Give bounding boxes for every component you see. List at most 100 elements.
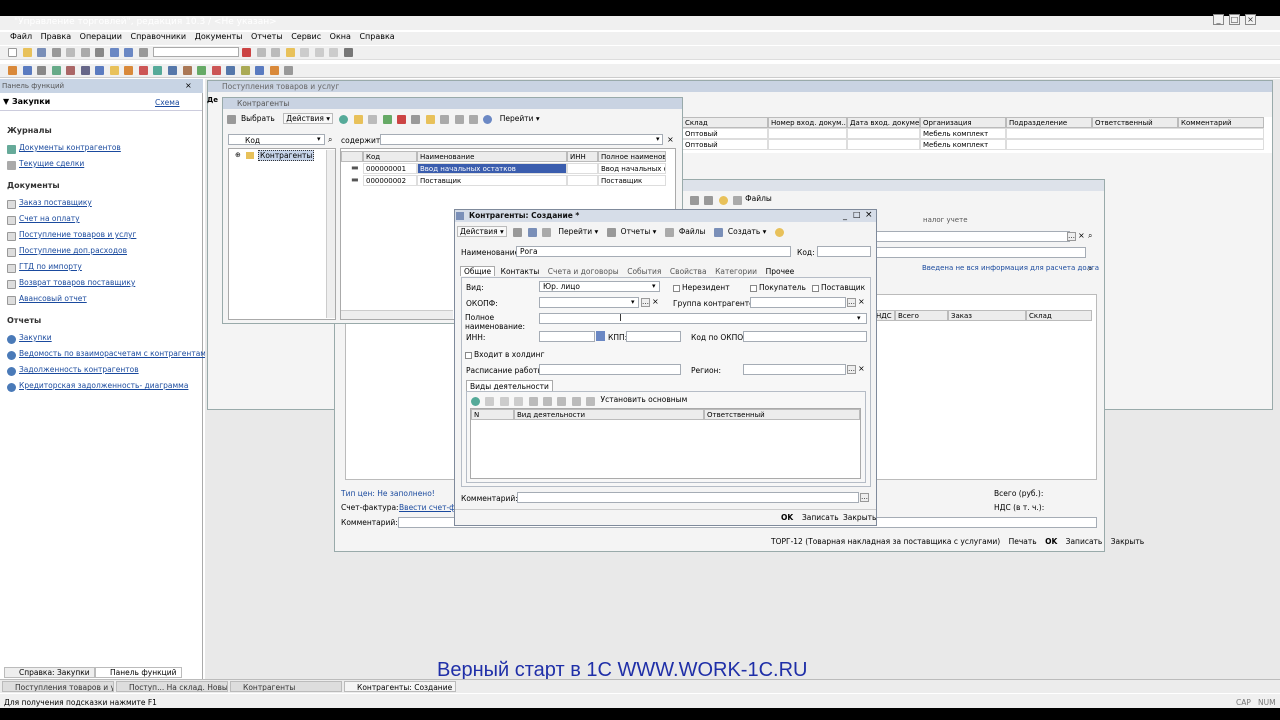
sort-icon[interactable]: [468, 115, 478, 124]
table-cell[interactable]: [567, 175, 598, 186]
print-icon[interactable]: [95, 48, 105, 57]
fullname-input[interactable]: [539, 313, 867, 324]
table-cell[interactable]: [847, 128, 920, 139]
region-input[interactable]: [743, 364, 846, 375]
tab-help-purchases[interactable]: Справка: Закупки: [4, 667, 95, 678]
tab-general[interactable]: Общие: [460, 266, 496, 276]
sidebar-item-deals[interactable]: Текущие сделки: [7, 159, 84, 170]
sidebar-item-extra-costs[interactable]: Поступление доп.расходов: [7, 246, 127, 257]
sidebar-item-receipt[interactable]: Поступление товаров и услуг: [7, 230, 136, 241]
export-icon[interactable]: [269, 66, 279, 75]
prices-icon[interactable]: [168, 66, 178, 75]
panel-close-icon[interactable]: ×: [185, 81, 192, 90]
sidebar-item-contractor-docs[interactable]: Документы контрагентов: [7, 143, 121, 154]
group-input[interactable]: [750, 297, 846, 308]
move-icon[interactable]: [425, 115, 435, 124]
move-down-icon[interactable]: [557, 397, 567, 406]
filter-off-icon[interactable]: [454, 115, 464, 124]
select-button[interactable]: …: [860, 493, 869, 502]
menu-directories[interactable]: Справочники: [130, 32, 186, 41]
column-header[interactable]: Наименование: [417, 151, 567, 162]
search-icon[interactable]: ⌕: [328, 135, 332, 145]
chevron-down-icon[interactable]: ▾: [857, 314, 861, 322]
dialog-save-button[interactable]: Записать: [802, 513, 839, 522]
structure-icon[interactable]: [704, 196, 714, 205]
list-icon[interactable]: [690, 196, 699, 205]
files-button[interactable]: Файлы: [745, 194, 772, 203]
menu-reports[interactable]: Отчеты: [251, 32, 283, 41]
sidebar-link[interactable]: Кредиторская задолженность- диаграмма: [19, 381, 188, 390]
search-icon[interactable]: ⌕: [1088, 231, 1092, 241]
receipt-field[interactable]: [876, 231, 1070, 242]
scheme-link[interactable]: Схема: [155, 98, 180, 107]
reports-icon[interactable]: [80, 66, 90, 75]
close-icon[interactable]: ×: [1245, 14, 1256, 25]
search-input[interactable]: [153, 47, 240, 57]
find-prev-icon[interactable]: [271, 48, 281, 57]
edit-icon[interactable]: [382, 115, 392, 124]
chevron-down-icon[interactable]: ▾: [317, 135, 321, 143]
column-header[interactable]: Дата вход. докуме...: [847, 117, 920, 128]
actions-menu[interactable]: Действия ▾: [283, 113, 334, 124]
clear-icon[interactable]: ×: [1078, 231, 1085, 240]
sidebar-item-invoice[interactable]: Счет на оплату: [7, 214, 80, 225]
warehouse-icon[interactable]: [37, 66, 47, 75]
table-cell[interactable]: [847, 139, 920, 150]
torg12-button[interactable]: ТОРГ-12 (Товарная накладная за поставщик…: [771, 537, 1000, 546]
column-header[interactable]: Номер вход. докум...: [768, 117, 847, 128]
tab-categories[interactable]: Категории: [712, 267, 760, 276]
dialog-ok-button[interactable]: OK: [781, 513, 793, 522]
copy-icon[interactable]: [66, 48, 76, 57]
ok-button[interactable]: OK: [1045, 537, 1057, 546]
sidebar-item-advance[interactable]: Авансовый отчет: [7, 294, 87, 305]
contracts-icon[interactable]: [66, 66, 76, 75]
find-next-icon[interactable]: [256, 48, 266, 57]
sidebar-link[interactable]: ГТД по импорту: [19, 262, 82, 271]
import-icon[interactable]: [255, 66, 265, 75]
chevron-down-icon[interactable]: ▾: [656, 135, 660, 143]
kpp-input[interactable]: [626, 331, 681, 342]
docs-icon[interactable]: [124, 66, 134, 75]
table-cell[interactable]: Мебель комплект: [920, 128, 1006, 139]
sidebar-item-order[interactable]: Заказ поставщику: [7, 198, 92, 209]
settings-icon[interactable]: [226, 66, 236, 75]
column-header[interactable]: Ответственный: [704, 409, 860, 420]
table-cell[interactable]: Мебель комплект: [920, 139, 1006, 150]
column-header[interactable]: N: [471, 409, 514, 420]
tab-contacts[interactable]: Контакты: [498, 267, 543, 276]
menu-service[interactable]: Сервис: [291, 32, 321, 41]
column-header[interactable]: Заказ: [948, 310, 1026, 321]
column-header[interactable]: ИНН: [567, 151, 598, 162]
schedule-input[interactable]: [539, 364, 681, 375]
tab-functions-panel[interactable]: Панель функций: [95, 667, 182, 678]
set-main-button[interactable]: Установить основным: [601, 395, 688, 404]
save-close-icon[interactable]: [513, 228, 523, 237]
nonresident-checkbox[interactable]: Нерезидент: [673, 283, 730, 292]
table-cell[interactable]: Оптовый: [682, 128, 768, 139]
paste-icon[interactable]: [80, 48, 90, 57]
table-cell[interactable]: Поставщик: [598, 175, 666, 186]
table-cell[interactable]: 000000002: [363, 175, 417, 186]
help-pointer-icon[interactable]: [343, 48, 353, 57]
inn-input[interactable]: [539, 331, 595, 342]
sidebar-link[interactable]: Текущие сделки: [19, 159, 84, 168]
sort-desc-icon[interactable]: [586, 397, 596, 406]
delete-icon[interactable]: [514, 397, 524, 406]
select-button[interactable]: …: [641, 298, 650, 307]
clear-icon[interactable]: [242, 48, 252, 57]
okpo-input[interactable]: [743, 331, 867, 342]
column-header-icon[interactable]: [341, 151, 363, 162]
table-cell-selected[interactable]: Ввод начальных остатков: [417, 163, 567, 174]
sidebar-link[interactable]: Закупки: [19, 333, 52, 342]
add-icon[interactable]: [471, 397, 480, 406]
tree-scrollbar[interactable]: [326, 150, 335, 318]
dialog-files-button[interactable]: Файлы: [677, 227, 708, 236]
table-cell[interactable]: [1006, 139, 1264, 150]
edit-icon[interactable]: [499, 397, 509, 406]
menu-edit[interactable]: Правка: [41, 32, 71, 41]
search-icon[interactable]: ⌕: [1088, 264, 1092, 274]
dialog-actions-menu[interactable]: Действия ▾: [457, 226, 507, 237]
clear-icon[interactable]: ×: [652, 297, 659, 306]
sidebar-link[interactable]: Поступление товаров и услуг: [19, 230, 136, 239]
nav-icon[interactable]: [541, 228, 551, 237]
